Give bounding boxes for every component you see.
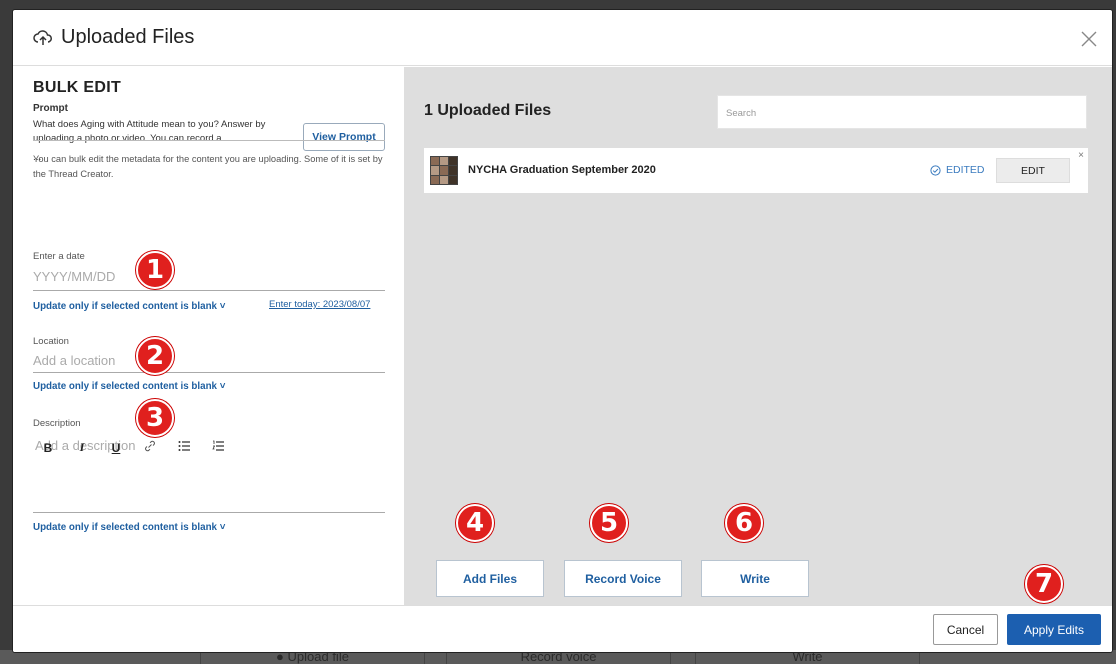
modal-header: Uploaded Files: [13, 10, 1112, 66]
file-row[interactable]: NYCHA Graduation September 2020 EDITED E…: [424, 148, 1088, 193]
location-blank-dropdown[interactable]: Update only if selected content is blank…: [33, 381, 225, 392]
annotation-marker-5: 5: [590, 504, 628, 542]
annotation-marker-4: 4: [456, 504, 494, 542]
uploaded-files-modal: Uploaded Files BULK EDIT Prompt What doe…: [13, 10, 1112, 652]
edited-status: EDITED: [930, 164, 985, 176]
underline-icon[interactable]: U: [109, 441, 123, 455]
check-circle-icon: [930, 164, 941, 176]
background-upload-button: ● Upload file: [200, 650, 425, 664]
search-input[interactable]: Search: [717, 95, 1087, 129]
description-label: Description: [33, 418, 81, 429]
annotation-marker-6: 6: [725, 504, 763, 542]
annotation-marker-7: 7: [1025, 565, 1063, 603]
prompt-label: Prompt: [33, 103, 68, 114]
files-count: 1 Uploaded Files: [424, 102, 552, 119]
divider: [33, 140, 385, 141]
chevron-down-icon: ˅: [219, 381, 226, 392]
date-blank-dropdown[interactable]: Update only if selected content is blank…: [33, 301, 225, 312]
view-prompt-button[interactable]: View Prompt: [303, 123, 385, 151]
italic-icon[interactable]: I: [75, 440, 89, 455]
modal-title: Uploaded Files: [61, 26, 195, 48]
link-icon[interactable]: [143, 440, 157, 455]
chevron-down-icon: ˅: [219, 522, 226, 533]
date-label: Enter a date: [33, 251, 85, 262]
annotation-marker-2: 2: [136, 337, 174, 375]
bulk-edit-title: BULK EDIT: [33, 79, 122, 96]
numbered-list-icon[interactable]: [211, 440, 225, 455]
bold-icon[interactable]: B: [41, 441, 55, 455]
background-write-button: Write: [695, 650, 920, 664]
add-files-button[interactable]: Add Files: [436, 560, 544, 597]
cancel-button[interactable]: Cancel: [933, 614, 998, 645]
file-thumbnail: [430, 156, 458, 185]
chevron-down-icon: ˅: [219, 301, 226, 312]
location-label: Location: [33, 336, 69, 347]
close-icon[interactable]: [1078, 28, 1100, 50]
description-underline: [33, 512, 385, 513]
prompt-text: What does Aging with Attitude mean to yo…: [33, 119, 266, 144]
bulk-edit-info: You can bulk edit the metadata for the c…: [33, 154, 383, 179]
formatting-toolbar: B I U: [41, 440, 225, 455]
modal-footer: Cancel Apply Edits: [13, 605, 1112, 652]
record-voice-button[interactable]: Record Voice: [564, 560, 682, 597]
file-name: NYCHA Graduation September 2020: [468, 164, 656, 176]
date-underline: [33, 290, 385, 291]
remove-file-icon[interactable]: ×: [1078, 150, 1084, 161]
location-underline: [33, 372, 385, 373]
annotation-marker-3: 3: [136, 399, 174, 437]
background-page: ● Upload file Record voice Write: [0, 650, 1116, 664]
description-blank-dropdown[interactable]: Update only if selected content is blank…: [33, 522, 225, 533]
annotation-marker-1: 1: [136, 251, 174, 289]
enter-today-link[interactable]: Enter today: 2023/08/07: [269, 299, 370, 310]
upload-cloud-icon: [33, 28, 53, 48]
bulleted-list-icon[interactable]: [177, 440, 191, 455]
background-record-button: Record voice: [446, 650, 671, 664]
location-input[interactable]: Add a location: [33, 353, 115, 368]
date-input[interactable]: YYYY/MM/DD: [33, 269, 115, 284]
edit-file-button[interactable]: EDIT: [996, 158, 1070, 183]
apply-edits-button[interactable]: Apply Edits: [1007, 614, 1101, 645]
write-button[interactable]: Write: [701, 560, 809, 597]
